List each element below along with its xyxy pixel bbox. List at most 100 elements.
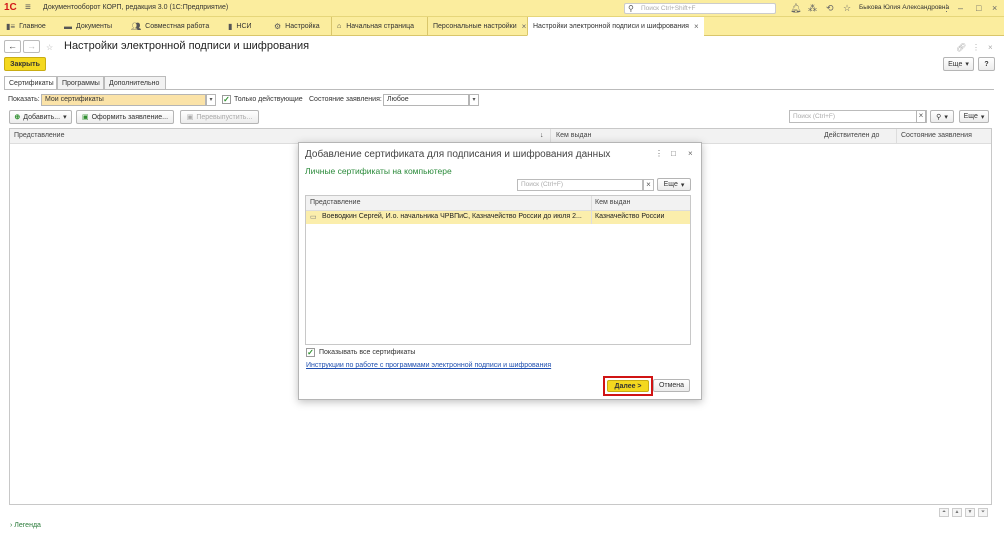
folder-icon: ▬ <box>64 21 72 31</box>
tab-personal-settings-label: Персональные настройки <box>433 22 517 30</box>
column-header-state[interactable]: Состояние заявления <box>901 132 972 139</box>
tab-home-page[interactable]: ⌂ Начальная страница <box>331 17 419 35</box>
close-form-icon[interactable]: × <box>988 43 993 52</box>
bell-icon[interactable]: 🔔︎ <box>790 3 801 14</box>
cancel-button[interactable]: Отмена <box>653 379 690 392</box>
certificate-icon: ▭ <box>310 214 317 221</box>
close-button[interactable]: Закрыть <box>4 57 46 71</box>
dialog-more-button[interactable]: Еще ▾ <box>657 178 691 191</box>
more-button[interactable]: Еще ▾ <box>943 57 974 71</box>
legend-label: Легенда <box>14 522 41 529</box>
history-icon[interactable]: ⟲ <box>826 3 834 14</box>
section-settings[interactable]: ⚙ Настройка <box>270 17 324 35</box>
certificate-issuer: Казначейство России <box>595 213 665 220</box>
link-icon[interactable]: 🔗︎ <box>956 43 966 52</box>
tab-signature-settings[interactable]: Настройки электронной подписи и шифрован… <box>527 17 704 36</box>
close-window-button[interactable]: × <box>992 3 997 13</box>
next-button[interactable]: Далее > <box>607 380 649 392</box>
document-icon: ▣ <box>186 114 194 121</box>
scroll-top-icon[interactable]: ⏶ <box>939 508 949 517</box>
table-row[interactable]: ▭ Воеводкин Сергей, И.о. начальника ЧРВП… <box>306 211 690 224</box>
search-icon: ⚲ <box>628 4 634 13</box>
dialog-search-input[interactable]: Поиск (Ctrl+F) <box>517 179 643 191</box>
reissue-button[interactable]: ▣ Перевыпустить... <box>180 110 259 124</box>
global-search-input[interactable]: ⚲ Поиск Ctrl+Shift+F <box>624 3 776 14</box>
current-user[interactable]: Быкова Юлия Александровна <box>859 4 949 11</box>
favorite-star-icon[interactable]: ☆ <box>46 43 53 52</box>
dialog-close-icon[interactable]: × <box>688 149 693 158</box>
tab-signature-settings-label: Настройки электронной подписи и шифрован… <box>533 22 689 30</box>
instructions-link[interactable]: Инструкции по работе с программами элект… <box>306 362 551 369</box>
people-icon: 👥︎ <box>131 21 142 31</box>
tab-home-page-label: Начальная страница <box>346 22 414 30</box>
column-header-valid-to[interactable]: Действителен до <box>824 132 879 139</box>
maximize-button[interactable]: □ <box>976 3 981 13</box>
tab-personal-settings[interactable]: Персональные настройки × <box>427 17 531 35</box>
show-select[interactable]: Мои сертификаты <box>41 94 206 106</box>
star-icon[interactable]: ☆ <box>843 3 851 14</box>
certificates-list[interactable]: Представление Кем выдан ▭ Воеводкин Серг… <box>305 195 691 345</box>
clear-search-icon[interactable]: × <box>643 179 654 191</box>
form-options-icon[interactable]: ⋮ <box>972 43 980 52</box>
options-icon[interactable]: ⋮ <box>942 3 951 14</box>
dialog-options-icon[interactable]: ⋮ <box>655 149 663 158</box>
scroll-down-icon[interactable]: ▼ <box>965 508 975 517</box>
close-tab-icon[interactable]: × <box>522 22 527 31</box>
column-header-name[interactable]: Представление <box>14 132 64 139</box>
tab-programs[interactable]: Программы <box>57 76 104 89</box>
history-lines-icon[interactable]: ⁂ <box>808 3 817 14</box>
add-button[interactable]: ⊕ Добавить... ▾ <box>9 110 72 124</box>
section-documents-label: Документы <box>76 22 113 30</box>
add-certificate-dialog: Добавление сертификата для подписания и … <box>298 142 702 400</box>
back-button[interactable]: ← <box>4 40 21 53</box>
dialog-maximize-icon[interactable]: □ <box>671 149 676 158</box>
column-header-issuer[interactable]: Кем выдан <box>556 132 591 139</box>
document-icon: ▣ <box>81 114 89 121</box>
chevron-down-icon: ▾ <box>980 113 985 121</box>
clear-search-icon[interactable]: × <box>916 110 926 123</box>
state-select[interactable]: Любое <box>383 94 469 106</box>
plus-icon: ⊕ <box>14 114 21 121</box>
search-icon: ⚲ <box>936 113 942 121</box>
global-search-placeholder: Поиск Ctrl+Shift+F <box>641 5 696 12</box>
tab-certificates[interactable]: Сертификаты <box>4 76 57 89</box>
section-nsi-label: НСИ <box>236 22 252 30</box>
main-menu-icon[interactable]: ≡ <box>25 2 31 13</box>
tab-additional[interactable]: Дополнительно <box>104 76 166 89</box>
chevron-down-icon: ▾ <box>680 181 685 189</box>
scroll-bottom-icon[interactable]: ⏷ <box>978 508 988 517</box>
home-icon: ⌂ <box>337 22 342 30</box>
search-button[interactable]: ⚲ ▾ <box>930 110 954 123</box>
forward-button[interactable]: → <box>23 40 40 53</box>
section-documents[interactable]: ▬ Документы <box>60 17 116 35</box>
state-select-dropdown[interactable]: ▾ <box>469 94 479 106</box>
search-input[interactable]: Поиск (Ctrl+F) <box>789 110 927 123</box>
section-main[interactable]: ▮≡ Главное <box>2 17 50 35</box>
section-nsi[interactable]: ▮ НСИ <box>224 17 256 35</box>
apply-request-button[interactable]: ▣ Оформить заявление... <box>76 110 174 124</box>
dialog-more-label: Еще <box>663 181 678 188</box>
dialog-table-header: Представление Кем выдан <box>306 196 690 211</box>
gear-icon: ⚙ <box>274 21 282 31</box>
more-list-button[interactable]: Еще ▾ <box>959 110 989 123</box>
help-button[interactable]: ? <box>978 57 995 71</box>
show-all-certificates[interactable]: ✓ Показывать все сертификаты <box>306 348 415 357</box>
only-valid-checkbox[interactable]: ✓ <box>222 95 231 104</box>
section-settings-label: Настройка <box>285 22 320 30</box>
close-tab-icon[interactable]: × <box>694 22 699 31</box>
show-all-checkbox[interactable]: ✓ <box>306 348 315 357</box>
certificate-name: Воеводкин Сергей, И.о. начальника ЧРВПиС… <box>322 213 582 220</box>
menu-icon: ▮≡ <box>6 21 16 31</box>
section-main-label: Главное <box>19 22 46 30</box>
minimize-button[interactable]: – <box>958 3 963 13</box>
show-select-dropdown[interactable]: ▾ <box>206 94 216 106</box>
section-collaboration[interactable]: 👥︎ Совместная работа <box>127 17 213 35</box>
only-valid-label: Только действующие <box>234 96 303 103</box>
sort-desc-icon: ↓ <box>540 132 544 139</box>
section-collaboration-label: Совместная работа <box>145 22 210 30</box>
column-header-name[interactable]: Представление <box>310 199 360 206</box>
column-header-issuer[interactable]: Кем выдан <box>595 199 630 206</box>
more-list-label: Еще <box>963 113 978 120</box>
scroll-up-icon[interactable]: ▲ <box>952 508 962 517</box>
legend-toggle[interactable]: › Легенда <box>10 522 41 529</box>
